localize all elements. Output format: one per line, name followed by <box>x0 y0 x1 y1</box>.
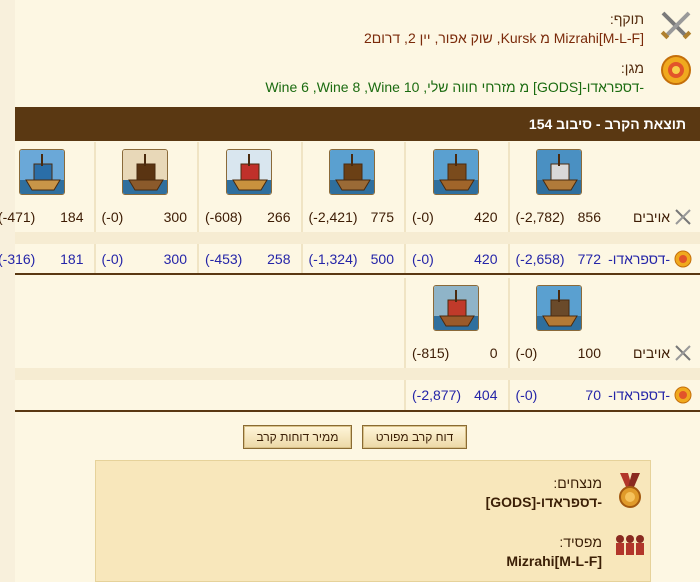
defender-side-label: -דספראדו- <box>608 386 692 404</box>
column-divider <box>507 142 510 274</box>
defender-value[interactable]: -דספראדו-[GODS] מ מזרחי חווה שלי, Wine 6… <box>265 79 644 95</box>
defender-loss: (-0) <box>515 387 538 403</box>
attacker-loss: (-2,782) <box>515 209 565 225</box>
defender-count: 258 <box>267 251 291 267</box>
defender-side-label: -דספראדו- <box>608 250 692 268</box>
defender-count: 420 <box>474 251 498 267</box>
battle-result-header: תוצאת הקרב - סיבוב 154 <box>15 107 700 141</box>
attacker-loss: (-815) <box>412 345 450 361</box>
defender-loss: (-316) <box>0 251 36 267</box>
attacker-count: 300 <box>163 209 187 225</box>
loser-value[interactable]: Mizrahi[M-L-F] <box>506 553 602 569</box>
attacker-loss: (-608) <box>205 209 243 225</box>
defender-loss: (-1,324) <box>308 251 358 267</box>
defender-count: 70 <box>585 387 601 403</box>
ship-ballista-icon[interactable] <box>329 149 376 195</box>
defender-label: מגן: <box>620 60 644 76</box>
defender-count: 404 <box>474 387 498 403</box>
shield-icon <box>674 386 692 404</box>
defender-count: 181 <box>60 251 84 267</box>
defender-count: 500 <box>370 251 394 267</box>
crossed-swords-icon <box>658 8 694 44</box>
column-divider <box>404 278 406 410</box>
attacker-loss: (-0) <box>412 209 434 225</box>
attacker-count: 420 <box>474 209 498 225</box>
shield-icon <box>674 250 692 268</box>
ship-ram-icon[interactable] <box>536 149 583 195</box>
loser-label: מפסיד: <box>559 534 602 550</box>
row-separator <box>15 232 700 244</box>
attacker-side-text: אויבים <box>632 209 670 225</box>
fleeing-soldiers-icon <box>612 531 646 566</box>
column-divider <box>93 142 96 274</box>
attacker-side-label: אויבים <box>633 208 692 226</box>
crossed-swords-icon <box>675 209 691 225</box>
ship-paddle-icon[interactable] <box>18 149 65 195</box>
defender-side-text: -דספראדו- <box>608 387 670 403</box>
attacker-count: 0 <box>489 345 498 361</box>
column-divider <box>300 142 303 274</box>
attacker-count: 856 <box>577 209 601 225</box>
column-divider <box>507 278 510 410</box>
crossed-swords-icon <box>675 345 691 361</box>
attacker-side-text: אויבים <box>632 345 670 361</box>
shield-icon <box>658 52 694 88</box>
unit-images-row <box>15 278 700 338</box>
attacker-count: 100 <box>577 345 601 361</box>
row-separator <box>15 368 700 380</box>
column-divider <box>404 142 406 274</box>
attacker-side-label: אויבים <box>633 344 692 362</box>
winners-value[interactable]: -דספראדו-[GODS] <box>486 494 602 510</box>
attacker-loss: (-0) <box>515 345 538 361</box>
attacker-count: 775 <box>370 209 394 225</box>
battle-report-page: תוקף: Mizrahi[M-L-F] מ Kursk, שוק אפור, … <box>0 0 700 582</box>
attacker-value[interactable]: Mizrahi[M-L-F] מ Kursk, שוק אפור, יין 2,… <box>364 30 644 46</box>
ship-mortar-icon[interactable] <box>225 149 272 195</box>
ship-rocket-icon[interactable] <box>122 149 169 195</box>
attacker-loss: (-2,421) <box>308 209 358 225</box>
defender-count: 300 <box>163 251 187 267</box>
defender-side-text: -דספראדו- <box>608 251 670 267</box>
divider <box>15 273 700 275</box>
medal-icon <box>616 473 644 516</box>
defender-loss: (-0) <box>101 251 124 267</box>
defender-loss: (-453) <box>205 251 243 267</box>
winners-label: מנצחים: <box>553 475 602 491</box>
column-divider <box>197 142 199 274</box>
divider <box>15 410 700 412</box>
battle-report-converter-button[interactable]: ממיר דוחות קרב <box>243 425 352 449</box>
defender-count: 772 <box>577 251 601 267</box>
ship-steam-ram-icon[interactable] <box>432 285 479 331</box>
ship-crane-icon[interactable] <box>536 285 583 331</box>
detailed-report-button[interactable]: דוח קרב מפורט <box>362 425 467 449</box>
ship-catapult-icon[interactable] <box>432 149 479 195</box>
defender-loss: (-2,658) <box>515 251 565 267</box>
defender-loss: (-0) <box>412 251 434 267</box>
attacker-count: 266 <box>267 209 291 225</box>
defender-loss: (-2,877) <box>412 387 462 403</box>
attacker-count: 184 <box>60 209 84 225</box>
attacker-loss: (-471) <box>0 209 36 225</box>
attacker-label: תוקף: <box>609 11 644 27</box>
battle-summary: מנצחים: -דספראדו-[GODS] מפסיד: Mizrahi[M… <box>95 460 651 582</box>
attacker-loss: (-0) <box>101 209 124 225</box>
